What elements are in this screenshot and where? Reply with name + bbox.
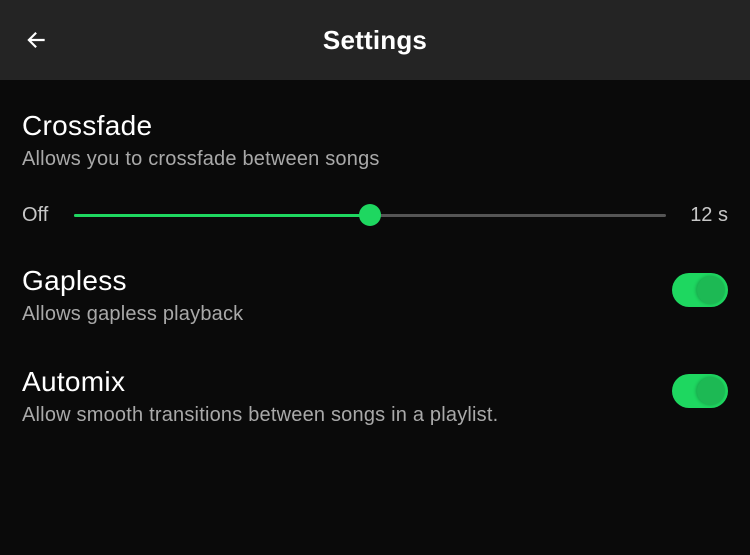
crossfade-slider-max-label: 12 s bbox=[684, 204, 728, 227]
crossfade-title: Crossfade bbox=[22, 110, 728, 142]
gapless-description: Allows gapless playback bbox=[22, 301, 652, 328]
arrow-left-icon bbox=[23, 27, 49, 53]
crossfade-slider-min-label: Off bbox=[22, 204, 56, 227]
automix-title: Automix bbox=[22, 366, 652, 398]
crossfade-slider[interactable] bbox=[74, 203, 666, 227]
page-title: Settings bbox=[20, 25, 730, 56]
crossfade-section: Crossfade Allows you to crossfade betwee… bbox=[22, 110, 728, 227]
back-button[interactable] bbox=[20, 24, 52, 56]
crossfade-slider-row: Off 12 s bbox=[22, 203, 728, 227]
settings-content: Crossfade Allows you to crossfade betwee… bbox=[0, 80, 750, 429]
crossfade-description: Allows you to crossfade between songs bbox=[22, 146, 728, 173]
slider-fill bbox=[74, 214, 370, 217]
automix-section: Automix Allow smooth transitions between… bbox=[22, 366, 728, 429]
gapless-section: Gapless Allows gapless playback bbox=[22, 265, 728, 328]
automix-toggle[interactable] bbox=[672, 374, 728, 408]
toggle-knob bbox=[697, 377, 725, 405]
gapless-toggle[interactable] bbox=[672, 273, 728, 307]
settings-header: Settings bbox=[0, 0, 750, 80]
automix-description: Allow smooth transitions between songs i… bbox=[22, 402, 652, 429]
gapless-title: Gapless bbox=[22, 265, 652, 297]
toggle-knob bbox=[697, 276, 725, 304]
slider-thumb bbox=[359, 204, 381, 226]
